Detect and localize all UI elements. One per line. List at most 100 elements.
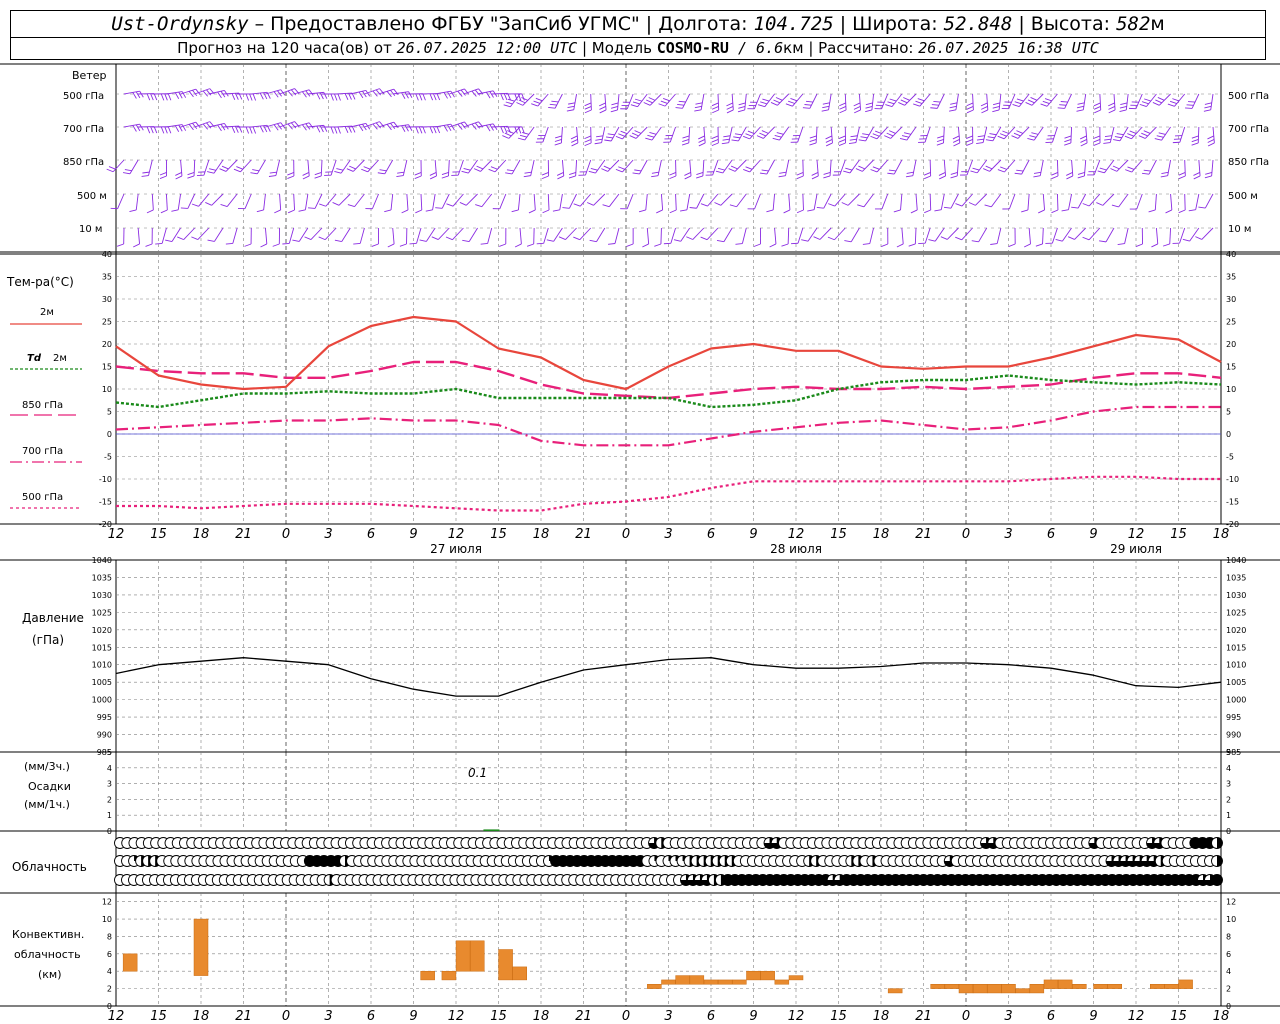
wind-barb-flag (541, 175, 549, 180)
conv-bar (647, 984, 662, 989)
wind-barb (377, 159, 394, 175)
wind-barb-flag (233, 168, 241, 173)
wind-barb (862, 227, 875, 245)
wind-barb-shaft (712, 159, 719, 176)
wind-barb-flag (694, 105, 702, 109)
wind-barb (769, 227, 777, 248)
wind-barb-shaft (367, 159, 379, 173)
wind-barb-flag (129, 209, 137, 213)
wind-barb (307, 91, 328, 100)
wind-barb-shaft (772, 193, 776, 210)
wind-barb (857, 193, 874, 208)
wind-barb (976, 126, 988, 144)
wind-barb-shaft (1083, 159, 1087, 176)
wind-barb (747, 93, 761, 110)
wind-barb (870, 159, 889, 173)
wind-barb-shaft (1131, 126, 1143, 140)
wind-barb-flag (502, 135, 509, 139)
wind-barb-shaft (275, 159, 281, 176)
wind-barb-shaft (914, 227, 917, 245)
wind-barb-flag (384, 209, 392, 213)
wind-barb (626, 227, 634, 247)
wind-barb-flag (804, 104, 812, 106)
conv-bar (1150, 984, 1165, 989)
wind-barb-flag (334, 171, 342, 174)
wind-barb-flag (700, 203, 708, 207)
series-500hpa-line (116, 475, 1221, 512)
wind-barb (955, 193, 973, 207)
wind-barb (435, 123, 455, 132)
press-ytick-right: 1010 (1226, 661, 1246, 670)
wind-barb (598, 93, 607, 114)
press-ytick-right: 1005 (1226, 678, 1246, 687)
wind-barb-flag (145, 243, 153, 247)
wind-barb-flag (729, 204, 737, 208)
wind-barb-flag (314, 175, 322, 179)
wind-barb-flag (153, 126, 158, 134)
wind-barb (392, 124, 413, 133)
hour-label-bottom: 12 (108, 1009, 125, 1024)
wind-barb-flag (192, 89, 198, 97)
wind-barb-shaft (876, 159, 889, 173)
wind-barb-shaft (112, 159, 125, 173)
wind-barb-flag (287, 90, 293, 97)
wind-barb (841, 193, 860, 206)
wind-barb (1113, 126, 1129, 142)
wind-level-500m-right: 500 м (1228, 191, 1258, 202)
wind-barb (141, 159, 153, 177)
wind-barb-flag (567, 105, 575, 109)
legend-700-label: 700 гПа (22, 446, 63, 457)
wind-barb-flag (589, 239, 597, 243)
wind-barb-shaft (720, 193, 733, 206)
temp-ytick-left: -5 (104, 453, 112, 462)
wind-barb-flag (415, 126, 419, 134)
wind-barb-shaft (1179, 227, 1186, 244)
wind-barb-flag (934, 209, 942, 212)
wind-barb-flag (401, 92, 406, 100)
wind-barb-shaft (626, 93, 634, 110)
wind-barb-flag (1057, 107, 1065, 109)
wind-barb (1165, 193, 1173, 214)
wind-barb-flag (187, 175, 195, 179)
wind-barb-flag (714, 202, 722, 206)
wind-barb (1021, 193, 1030, 213)
wind-barb-flag (1093, 135, 1101, 139)
wind-barb-flag (841, 202, 849, 206)
wind-barb-flag (159, 172, 167, 176)
wind-barb-flag (301, 124, 307, 131)
hour-label-temp: 0 (962, 527, 970, 542)
wind-barb-shaft (890, 126, 903, 139)
wind-barb-flag (344, 126, 349, 134)
wind-barb-flag (825, 139, 833, 143)
wind-barb-flag (408, 124, 413, 131)
wind-barb-flag (519, 134, 527, 138)
wind-barb-flag (541, 172, 549, 176)
wind-barb-shaft (180, 159, 183, 176)
wind-barb-flag (618, 166, 625, 170)
wind-barb-flag (596, 135, 604, 138)
wind-barb-flag (347, 204, 355, 208)
wind-barb (429, 159, 437, 180)
hour-label-temp: 15 (490, 527, 507, 542)
wind-barb-shaft (392, 227, 395, 244)
wind-barb-flag (302, 172, 310, 176)
wind-barb (287, 193, 295, 214)
wind-barb (938, 159, 947, 180)
wind-barb-flag (323, 125, 328, 132)
wind-barb-flag (711, 102, 719, 107)
wind-barb-flag (153, 93, 158, 101)
wind-barb (488, 159, 507, 173)
wind-barb-flag (605, 136, 614, 139)
wind-barb-flag (500, 126, 504, 134)
wind-barb-flag (698, 139, 706, 143)
wind-barb-flag (900, 99, 908, 104)
wind-barb (1204, 159, 1214, 179)
wind-barb-flag (716, 240, 724, 243)
wind-barb (477, 123, 498, 132)
wind-barb-flag (461, 170, 469, 174)
wind-barb-shaft (998, 93, 1002, 110)
wind-barb-flag (950, 172, 958, 175)
wind-barb-shaft (1068, 193, 1073, 210)
wind-barb-flag (711, 142, 719, 147)
wind-barb-flag (555, 135, 562, 139)
